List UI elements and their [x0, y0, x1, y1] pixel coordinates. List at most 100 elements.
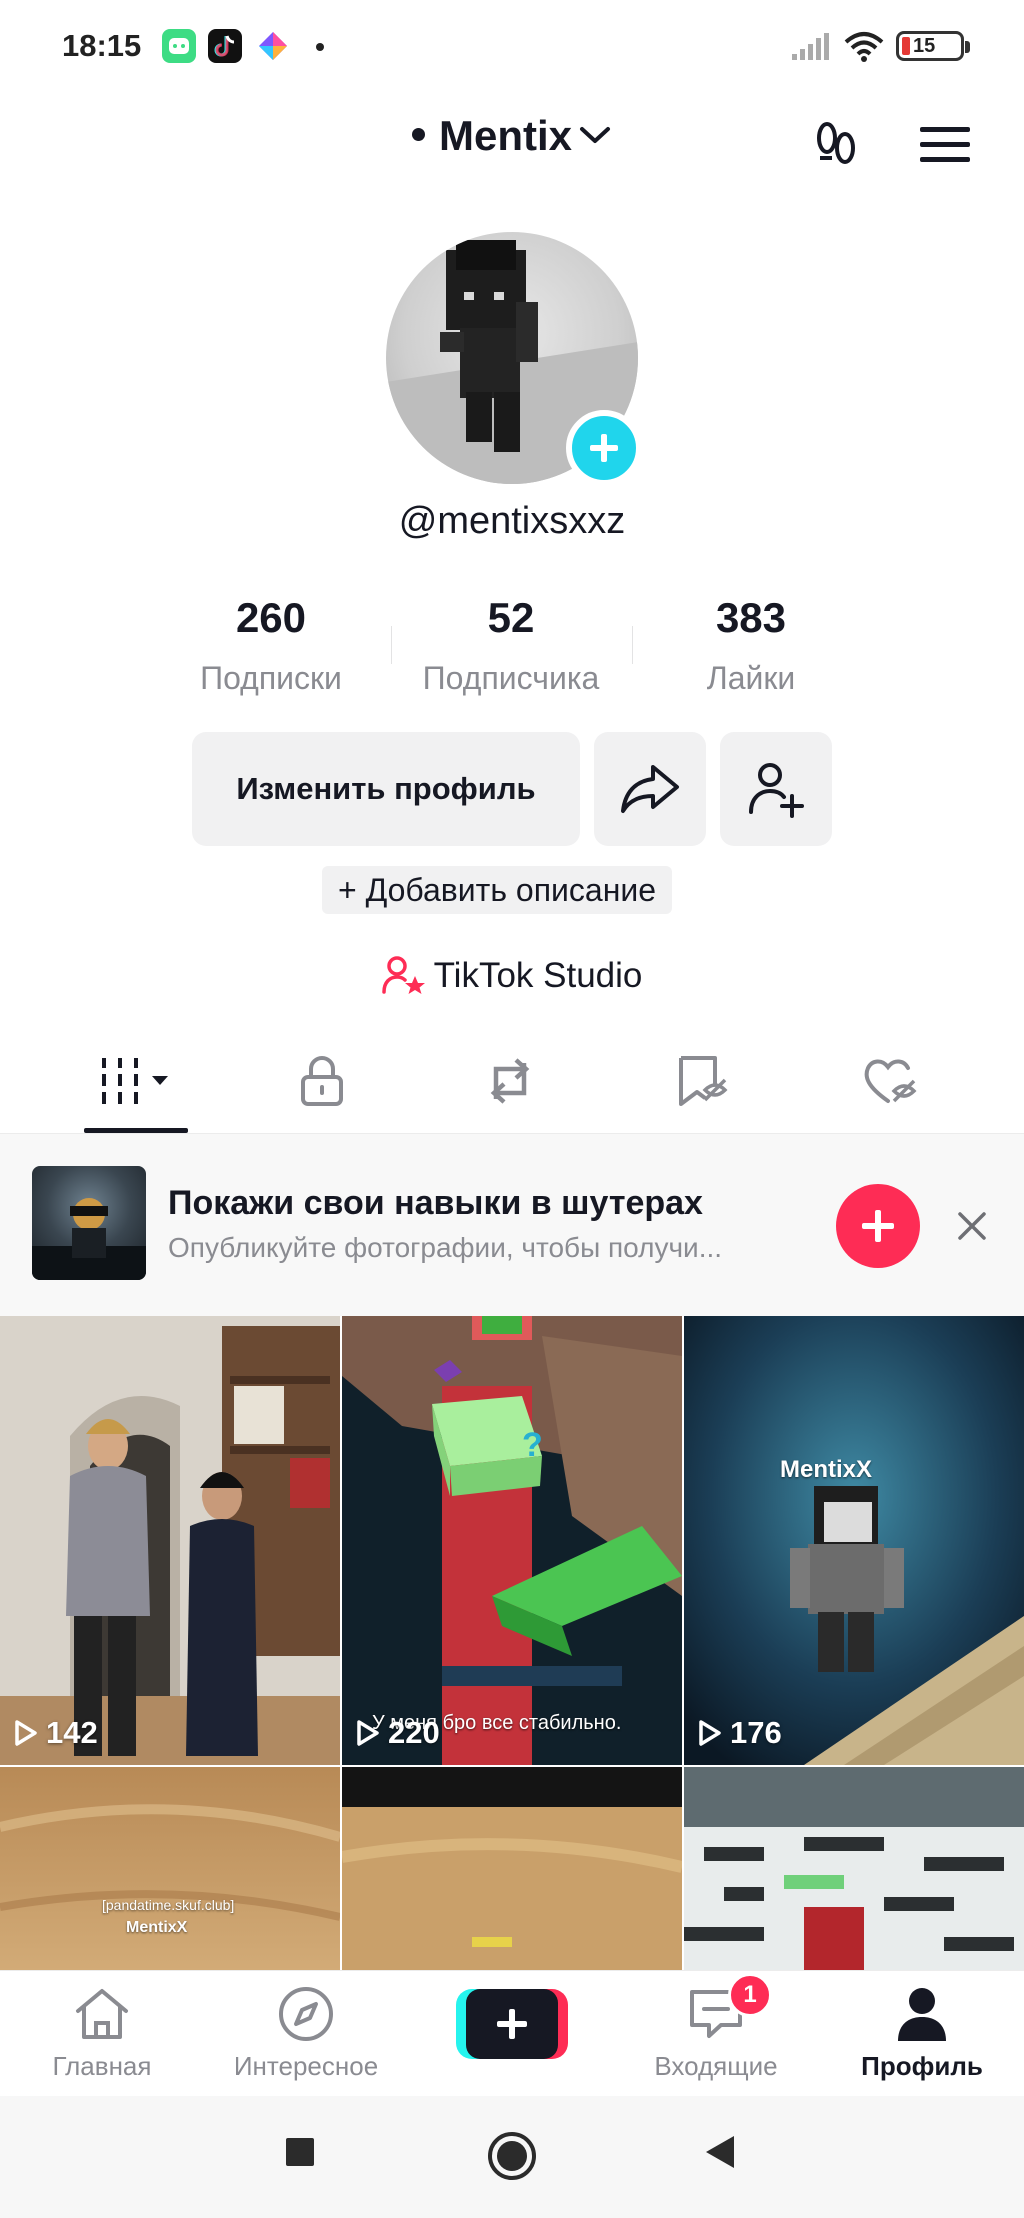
- account-name: Mentix: [438, 112, 572, 159]
- active-tab-indicator: [84, 1128, 188, 1133]
- videos-grid-icon: [102, 1058, 168, 1104]
- likes-count: 383: [715, 594, 787, 641]
- plus-icon: [590, 434, 618, 462]
- banner-title: Покажи свои навыки в шутерах: [168, 1184, 703, 1222]
- notification-dot: [316, 43, 324, 51]
- recents-button[interactable]: [280, 2132, 320, 2172]
- signal-icon: [792, 33, 829, 60]
- profile-tabs: [0, 1030, 1024, 1134]
- video-thumbnail[interactable]: [684, 1767, 1024, 1970]
- edit-profile-button[interactable]: Изменить профиль: [192, 732, 580, 846]
- share-icon: [621, 765, 679, 813]
- play-icon: [699, 1720, 721, 1746]
- video-grid: 142 ? У меня бро все стабильно. 220 Ment…: [0, 1316, 1024, 1970]
- chevron-down-icon: [580, 126, 610, 143]
- view-count: 142: [14, 1715, 98, 1751]
- tab-favorites[interactable]: [652, 1046, 752, 1116]
- stat-divider: [391, 626, 392, 664]
- favorites-icon: [679, 1056, 728, 1106]
- view-count-value: 220: [388, 1715, 440, 1750]
- reposts-icon: [490, 1058, 530, 1104]
- plus-icon: [862, 1210, 894, 1242]
- home-system-button[interactable]: [484, 2128, 540, 2184]
- close-icon: [958, 1212, 986, 1240]
- nav-profile[interactable]: Профиль: [832, 1983, 1012, 2082]
- play-icon: [357, 1720, 379, 1746]
- following-stat[interactable]: 260 Подписки: [156, 594, 386, 697]
- followers-stat[interactable]: 52 Подписчика: [396, 594, 626, 697]
- stat-divider: [632, 626, 633, 664]
- menu-icon[interactable]: [912, 112, 978, 178]
- compass-icon: [279, 1987, 333, 2041]
- followers-count: 52: [487, 594, 535, 641]
- promo-banner[interactable]: Покажи свои навыки в шутерах Опубликуйте…: [0, 1134, 1024, 1316]
- view-count-value: 142: [46, 1715, 98, 1750]
- back-triangle-icon: [706, 2136, 734, 2168]
- add-user-icon: [749, 763, 804, 818]
- video-thumbnail[interactable]: MentixX 176: [684, 1316, 1024, 1765]
- nav-home[interactable]: Главная: [12, 1983, 192, 2082]
- studio-label: TikTok Studio: [433, 956, 643, 995]
- battery-level: 15: [913, 35, 936, 57]
- video-thumbnail[interactable]: ? У меня бро все стабильно. 220: [342, 1316, 682, 1765]
- banner-close-button[interactable]: [950, 1204, 994, 1248]
- likes-stat[interactable]: 383 Лайки: [636, 594, 866, 697]
- back-button[interactable]: [700, 2132, 740, 2172]
- status-time: 18:15: [62, 28, 142, 63]
- private-lock-icon: [301, 1056, 343, 1106]
- footprints-icon[interactable]: [804, 112, 868, 176]
- creator-star-icon: [381, 956, 425, 994]
- nav-discover[interactable]: Интересное: [216, 1983, 396, 2082]
- svg-text:?: ?: [522, 1426, 543, 1464]
- system-nav-bar: [0, 2096, 1024, 2218]
- shortcut-app-icon: [256, 29, 290, 63]
- tiktok-app-icon: [208, 29, 242, 63]
- account-switcher[interactable]: Mentix: [0, 112, 1024, 160]
- tab-reposts[interactable]: [460, 1046, 560, 1116]
- banner-subtitle: Опубликуйте фотографии, чтобы получи...: [168, 1232, 723, 1263]
- battery-icon: 15: [896, 31, 970, 61]
- banner-thumbnail: [32, 1166, 146, 1280]
- view-count-value: 176: [730, 1715, 782, 1750]
- followers-label: Подписчика: [422, 660, 600, 696]
- play-icon: [15, 1720, 37, 1746]
- nav-home-label: Главная: [52, 2051, 152, 2081]
- video-watermark: MentixX: [126, 1919, 188, 1936]
- nav-discover-label: Интересное: [233, 2051, 379, 2081]
- following-count: 260: [235, 594, 307, 641]
- add-avatar-button[interactable]: [566, 410, 642, 486]
- tab-private[interactable]: [272, 1046, 372, 1116]
- tab-videos[interactable]: [84, 1046, 188, 1116]
- profile-icon: [898, 1988, 946, 2041]
- online-dot: [411, 128, 425, 142]
- video-thumbnail[interactable]: [342, 1767, 682, 1970]
- liked-icon: [864, 1059, 917, 1103]
- add-bio-button[interactable]: + Добавить описание: [322, 866, 673, 914]
- android-app-icon: [162, 29, 196, 63]
- video-thumbnail[interactable]: 142: [0, 1316, 340, 1765]
- tiktok-studio-link[interactable]: TikTok Studio: [0, 956, 1024, 998]
- banner-create-button[interactable]: [836, 1184, 920, 1268]
- likes-label: Лайки: [706, 660, 796, 696]
- video-caption: [pandatime.skuf.club]: [102, 1897, 235, 1913]
- nav-inbox[interactable]: Входящие: [626, 1983, 806, 2082]
- add-friend-button[interactable]: [720, 732, 832, 846]
- video-watermark: MentixX: [780, 1456, 873, 1483]
- plus-icon: [497, 2009, 527, 2039]
- inbox-badge: 1: [728, 1973, 772, 2017]
- view-count: 220: [356, 1715, 440, 1751]
- circle-icon: [488, 2132, 536, 2180]
- nav-profile-label: Профиль: [861, 2051, 983, 2081]
- nav-inbox-label: Входящие: [654, 2051, 778, 2081]
- view-count: 176: [698, 1715, 782, 1751]
- bottom-nav: Главная Интересное Входящие 1 Профиль: [0, 1970, 1024, 2096]
- following-label: Подписки: [200, 660, 342, 696]
- video-thumbnail[interactable]: [pandatime.skuf.club] MentixX: [0, 1767, 340, 1970]
- home-icon: [76, 1989, 128, 2039]
- status-bar: 18:15 15: [0, 0, 1024, 92]
- create-button[interactable]: [456, 1989, 568, 2059]
- wifi-icon: [844, 32, 884, 62]
- username: @mentixsxxz: [398, 500, 626, 542]
- tab-liked[interactable]: [840, 1046, 940, 1116]
- share-profile-button[interactable]: [594, 732, 706, 846]
